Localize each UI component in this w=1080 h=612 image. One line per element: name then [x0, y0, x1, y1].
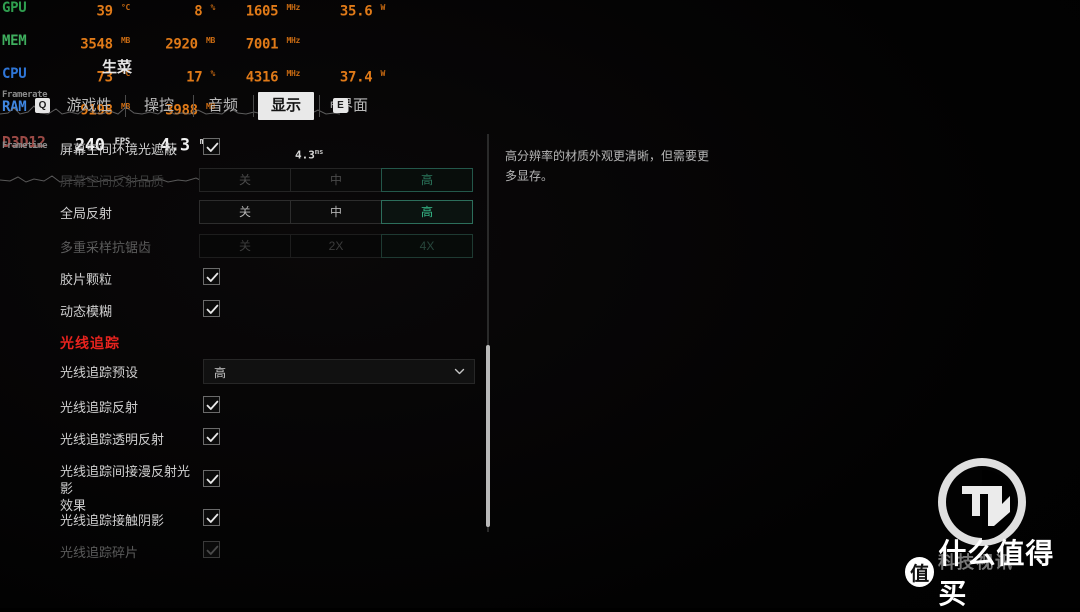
checkbox-toggle[interactable] — [203, 470, 220, 487]
osd-metric-gpu-3: 35.6 W — [315, 0, 385, 20]
osd-row-gpu: GPU 39 °C 8 % 1605 MHz 35.6 W — [0, 0, 420, 20]
tab-1[interactable]: 操控 — [130, 92, 188, 120]
osd-metric-mem-2: 7001 MHz — [230, 33, 301, 53]
osd-row-cpu: CPU 73 °C 17 % 4316 MHz 37.4 W — [0, 66, 420, 86]
osd-metric-unit: W — [380, 69, 385, 78]
osd-metric-value: 35.6 — [339, 3, 373, 20]
checkbox-toggle[interactable] — [203, 396, 220, 413]
smzdm-label: 什么值得买 — [938, 538, 1055, 609]
setting-label: 全局反射 — [60, 206, 113, 221]
osd-metric-unit: MHz — [286, 3, 300, 12]
checkbox-toggle[interactable] — [203, 509, 220, 526]
tab-2[interactable]: 音频 — [198, 92, 248, 120]
segment-option-2[interactable]: 高 — [381, 168, 473, 192]
checkbox-toggle — [203, 541, 220, 558]
setting-label: 光线追踪间接漫反射光影 效果 — [60, 464, 191, 513]
setting-label: 光线追踪反射 — [60, 400, 139, 415]
smzdm-watermark: 值 什么值得买 — [905, 538, 1080, 609]
segment-option-1[interactable]: 中 — [290, 200, 382, 224]
segment-option-0[interactable]: 关 — [199, 200, 291, 224]
osd-metric-unit: W — [380, 3, 385, 12]
checkbox-toggle[interactable] — [203, 428, 220, 445]
dropdown-ray-tracing-preset[interactable]: 高 — [203, 359, 475, 384]
segment-option-0: 关 — [199, 234, 291, 258]
smzdm-badge-icon: 值 — [905, 557, 935, 587]
setting-label: 屏幕空间环境光遮蔽 — [60, 142, 178, 157]
osd-label-cpu: CPU — [2, 66, 27, 82]
setting-label: 光线追踪透明反射 — [60, 432, 165, 447]
osd-metric-cpu-2: 4316 MHz — [230, 66, 301, 86]
osd-metric-unit: °C — [120, 69, 130, 78]
setting-label: 动态模糊 — [60, 304, 113, 319]
segmented-control[interactable]: 关 2X 4X — [199, 234, 473, 258]
osd-metric-value: 3548 — [80, 36, 113, 53]
osd-metric-unit: MB — [205, 36, 215, 45]
segmented-control[interactable]: 关中高 — [199, 200, 473, 224]
chevron-down-icon — [453, 365, 466, 383]
checkbox-toggle[interactable] — [203, 138, 220, 155]
osd-metric-gpu-0: 39 °C — [60, 0, 131, 20]
osd-metric-value: 17 — [186, 69, 203, 86]
osd-metric-unit: MHz — [286, 69, 300, 78]
dropdown-value: 高 — [214, 366, 227, 380]
osd-metric-gpu-1: 8 % — [145, 0, 215, 20]
osd-metric-value: 1605 — [245, 3, 279, 20]
osd-row-mem: MEM 3548 MB 2920 MB 7001 MHz — [0, 33, 420, 53]
osd-metric-value: 8 — [194, 3, 203, 20]
setting-description: 高分辨率的材质外观更清晰，但需要更多显存。 — [505, 149, 710, 183]
settings-tab-bar[interactable]: 游戏性 操控 音频 显示 界面 — [10, 92, 368, 120]
section-header-ray-tracing: 光线追踪 — [60, 335, 120, 351]
setting-label: 屏幕空间反射品质 — [60, 174, 165, 189]
osd-metric-gpu-2: 1605 MHz — [230, 0, 301, 20]
segment-option-1[interactable]: 中 — [290, 168, 382, 192]
tab-separator — [319, 95, 320, 117]
setting-label: 胶片颗粒 — [60, 272, 113, 287]
osd-metric-value: 4316 — [245, 69, 279, 86]
segment-option-2: 4X — [381, 234, 473, 258]
setting-label: 多重采样抗锯齿 — [60, 240, 152, 255]
tab-separator — [193, 95, 194, 117]
osd-metric-value: 39 — [96, 3, 114, 20]
tab-0[interactable]: 游戏性 — [58, 92, 120, 120]
segment-option-1: 2X — [290, 234, 382, 258]
osd-metric-mem-1: 2920 MB — [145, 33, 215, 53]
osd-metric-value: 73 — [96, 69, 114, 86]
osd-label-gpu: GPU — [2, 0, 27, 16]
setting-label: 光线追踪碎片 — [60, 545, 139, 560]
segment-option-0[interactable]: 关 — [199, 168, 291, 192]
osd-metric-unit: °C — [120, 3, 130, 12]
screen-root: GPU 39 °C 8 % 1605 MHz 35.6 W MEM 3548 MB 2920 … — [0, 0, 1080, 609]
tab-3[interactable]: 显示 — [258, 92, 314, 120]
osd-metric-value: 2920 — [165, 36, 198, 53]
hardware-monitor-osd: GPU 39 °C 8 % 1605 MHz 35.6 W MEM 3548 MB 2920 … — [0, 0, 420, 154]
tab-separator — [125, 95, 126, 117]
tab-separator — [253, 95, 254, 117]
segmented-control[interactable]: 关中高 — [199, 168, 473, 192]
key-hint-next[interactable]: E — [333, 98, 348, 113]
osd-metric-cpu-0: 73 °C — [60, 66, 131, 86]
osd-metric-cpu-3: 37.4 W — [315, 66, 385, 86]
osd-metric-value: 37.4 — [339, 69, 373, 86]
osd-metric-value: 7001 — [245, 36, 279, 53]
osd-metric-unit: % — [210, 69, 215, 78]
osd-metric-unit: MHz — [286, 36, 300, 45]
display-settings-panel: 屏幕空间环境光遮蔽 屏幕空间反射品质关中高全局反射关中高多重采样抗锯齿关 2X 4X 胶… — [0, 128, 500, 568]
setting-label: 光线追踪预设 — [60, 365, 139, 380]
osd-metric-unit: MB — [120, 36, 130, 45]
scrollbar-thumb[interactable] — [486, 345, 490, 527]
checkbox-toggle[interactable] — [203, 268, 220, 285]
osd-metric-cpu-1: 17 % — [145, 66, 215, 86]
key-hint-prev[interactable]: Q — [35, 98, 50, 113]
osd-label-mem: MEM — [2, 33, 27, 49]
segment-option-2[interactable]: 高 — [381, 200, 473, 224]
osd-metric-unit: % — [210, 3, 215, 12]
checkbox-toggle[interactable] — [203, 300, 220, 317]
setting-label: 光线追踪接触阴影 — [60, 513, 165, 528]
osd-metric-mem-0: 3548 MB — [60, 33, 130, 53]
